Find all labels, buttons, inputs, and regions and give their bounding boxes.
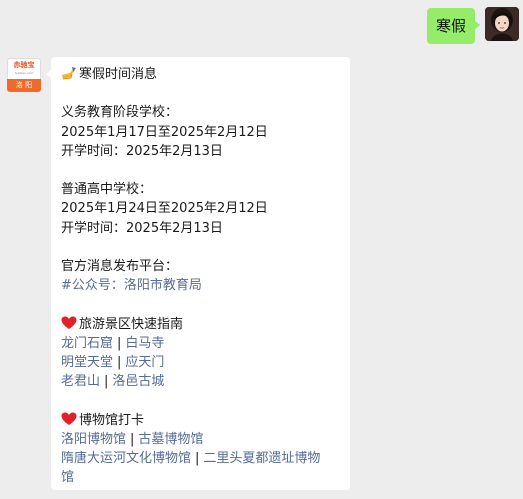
scenic-link[interactable]: 明堂天堂 — [61, 355, 113, 370]
incoming-message-bubble[interactable]: 寒假时间消息 义务教育阶段学校： 2025年1月17日至2025年2月12日 开… — [46, 57, 350, 490]
official-account-avatar[interactable]: 赤驰宝 hunbao.com 洛 阳 — [7, 58, 41, 92]
scenic-row: 老君山 | 洛邑古城 — [61, 372, 341, 391]
link-separator: | — [195, 450, 200, 466]
high-school-heading: 普通高中学校： — [61, 182, 153, 198]
message-title: 寒假时间消息 — [79, 67, 158, 82]
museum-link[interactable]: 洛阳博物馆 — [61, 432, 126, 447]
museum-link-wrap[interactable]: 馆 — [61, 470, 74, 485]
scenic-link[interactable]: 应天门 — [125, 355, 164, 370]
scenic-link[interactable]: 白马寺 — [125, 336, 164, 351]
museum-link[interactable]: 隋唐大运河文化博物馆 — [61, 451, 191, 466]
official-account-link[interactable]: #公众号：洛阳市教育局 — [61, 278, 202, 293]
link-separator: | — [104, 374, 109, 390]
museum-heading-line: 博物馆打卡 — [61, 411, 341, 430]
museum-row: 洛阳博物馆 | 古墓博物馆 — [61, 430, 341, 449]
avatar-logo-url: hunbao.com — [14, 71, 34, 75]
outgoing-message-text: 寒假 — [435, 17, 466, 35]
scenic-row: 明堂天堂 | 应天门 — [61, 353, 341, 372]
user-avatar[interactable] — [485, 7, 519, 41]
museum-row: 隋唐大运河文化博物馆 | 二里头夏都遗址博物 — [61, 449, 341, 468]
high-school-start-date: 开学时间：2025年2月13日 — [61, 220, 223, 236]
user-avatar-image — [485, 7, 519, 41]
official-platform-heading: 官方消息发布平台： — [61, 258, 179, 274]
red-heart-icon — [61, 316, 77, 330]
writing-hand-icon — [61, 66, 77, 80]
museum-link[interactable]: 二里头夏都遗址博物 — [203, 451, 320, 466]
red-heart-icon — [61, 412, 77, 426]
scenic-guide-heading: 旅游景区快速指南 — [79, 316, 184, 332]
scenic-link[interactable]: 老君山 — [61, 374, 100, 389]
link-separator: | — [117, 335, 122, 351]
link-separator: | — [130, 431, 135, 447]
compulsory-start-date: 开学时间：2025年2月13日 — [61, 143, 223, 159]
avatar-logo-brand: 赤驰宝 — [13, 61, 35, 69]
scenic-guide-heading-line: 旅游景区快速指南 — [61, 315, 341, 334]
museum-link[interactable]: 古墓博物馆 — [138, 432, 203, 447]
scenic-link[interactable]: 龙门石窟 — [61, 336, 113, 351]
outgoing-message-bubble[interactable]: 寒假 — [427, 8, 480, 44]
avatar-logo-city: 洛 阳 — [7, 79, 41, 92]
message-title-line: 寒假时间消息 — [61, 65, 341, 84]
compulsory-date-range: 2025年1月17日至2025年2月12日 — [61, 124, 268, 140]
high-school-date-range: 2025年1月24日至2025年2月12日 — [61, 201, 268, 217]
scenic-link[interactable]: 洛邑古城 — [112, 374, 164, 389]
museum-heading: 博物馆打卡 — [79, 412, 145, 428]
link-separator: | — [117, 354, 122, 370]
scenic-row: 龙门石窟 | 白马寺 — [61, 334, 341, 353]
compulsory-heading: 义务教育阶段学校： — [61, 105, 179, 121]
